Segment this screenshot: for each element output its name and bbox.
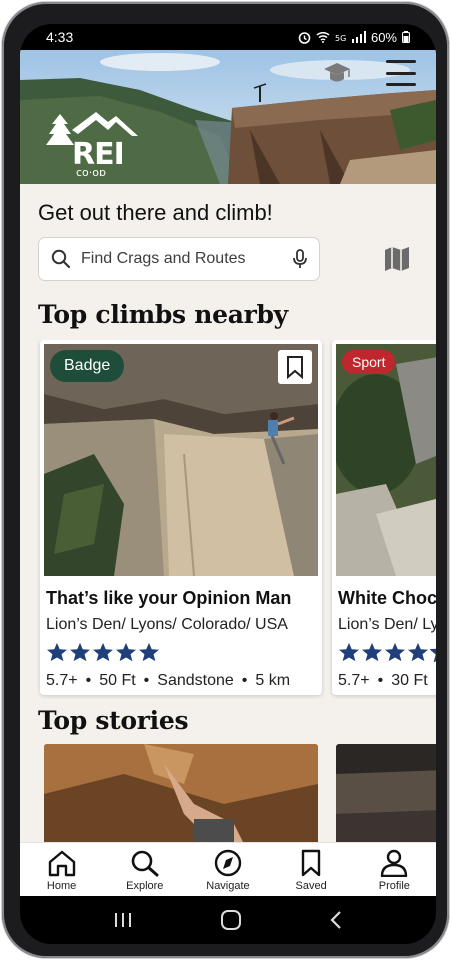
rei-logo: REI co·op [38, 112, 148, 181]
section-title-top-climbs: Top climbs nearby [38, 300, 288, 329]
climb-card[interactable]: Badge That’s like your Opinion Man Lion’… [40, 340, 322, 695]
search-icon [131, 850, 159, 877]
bookmark-icon [287, 356, 303, 379]
separator-dot: • [377, 672, 384, 689]
star-icon [385, 642, 405, 662]
climb-location: Lion’s Den/ Lyons/ Colorado/ USA [46, 616, 288, 633]
card-badge: Badge [50, 350, 125, 382]
home-icon [48, 850, 75, 877]
climb-card[interactable]: Sport White Choc Lion’s Den/ Ly 5.7+ • 3… [332, 340, 436, 695]
recent-apps-icon[interactable] [113, 911, 133, 929]
tab-label: Home [46, 880, 77, 892]
status-icons: 5G 60% [298, 30, 410, 45]
star-icon [116, 642, 136, 662]
climb-distance: 5 km [255, 672, 291, 689]
tab-explore[interactable]: Explore [110, 849, 180, 892]
tab-profile[interactable]: Profile [359, 849, 429, 892]
tab-label: Saved [295, 880, 327, 892]
microphone-icon[interactable] [293, 249, 307, 269]
climb-name[interactable]: That’s like your Opinion Man [46, 588, 291, 609]
star-icon [139, 642, 159, 662]
screen: 4:33 5G 60% REI co·op Get out there and … [20, 24, 436, 944]
climb-details: 5.7+ • 50 Ft • Sandstone • 5 km [46, 672, 290, 690]
graduation-cap-icon[interactable] [322, 58, 352, 93]
profile-icon [381, 849, 408, 877]
story-card[interactable] [336, 744, 436, 844]
app-content: REI co·op Get out there and climb! Top c… [20, 50, 436, 896]
climb-photo [336, 344, 436, 576]
star-icon [339, 642, 359, 662]
tab-label: Navigate [206, 880, 250, 892]
back-icon[interactable] [329, 910, 343, 930]
search-input[interactable] [81, 250, 293, 268]
climb-grade: 5.7+ [338, 672, 370, 689]
bookmark-button[interactable] [278, 350, 312, 384]
compass-icon [214, 849, 242, 877]
status-time: 4:33 [46, 29, 74, 45]
bookmark-icon [301, 849, 321, 877]
climb-rock-type: Sandstone [157, 672, 234, 689]
separator-dot: • [143, 672, 150, 689]
climb-grade: 5.7+ [46, 672, 78, 689]
search-icon [51, 249, 71, 269]
tab-label: Explore [126, 880, 164, 892]
star-icon [362, 642, 382, 662]
star-rating [338, 642, 436, 662]
signal-bars-icon [351, 31, 366, 43]
story-photo [44, 744, 318, 844]
phone-frame: 4:33 5G 60% REI co·op Get out there and … [2, 2, 449, 958]
star-half-icon [430, 648, 436, 662]
alarm-icon [298, 31, 311, 44]
star-rating [46, 642, 160, 662]
home-nav-icon[interactable] [220, 909, 242, 931]
climb-location: Lion’s Den/ Ly [338, 616, 436, 633]
star-icon [70, 642, 90, 662]
card-badge: Sport [342, 350, 396, 374]
tab-saved[interactable]: Saved [276, 849, 346, 892]
separator-dot: • [241, 672, 248, 689]
climb-height: 50 Ft [99, 672, 136, 689]
battery-percent: 60% [370, 29, 397, 45]
separator-dot: • [85, 672, 92, 689]
climb-height: 30 Ft [391, 672, 428, 689]
svg-text:5G: 5G [335, 34, 346, 43]
svg-text:co·op: co·op [76, 166, 106, 176]
search-bar[interactable] [38, 237, 320, 281]
section-title-top-stories: Top stories [38, 706, 189, 735]
wifi-icon [316, 31, 330, 43]
climb-name[interactable]: White Choc [338, 588, 436, 609]
menu-icon[interactable] [386, 60, 416, 86]
battery-icon [402, 31, 410, 43]
signal-5g-icon: 5G [335, 34, 346, 43]
star-icon [408, 642, 428, 662]
star-icon [93, 642, 113, 662]
hero-banner: REI co·op [20, 50, 436, 184]
page-headline: Get out there and climb! [38, 200, 273, 225]
story-photo [336, 744, 436, 844]
status-bar: 4:33 5G 60% [20, 24, 436, 50]
climbs-carousel[interactable]: Badge That’s like your Opinion Man Lion’… [20, 340, 436, 705]
tab-home[interactable]: Home [27, 849, 97, 892]
tab-label: Profile [378, 880, 410, 892]
story-card[interactable] [44, 744, 318, 844]
map-icon[interactable] [384, 246, 410, 277]
stories-carousel[interactable] [20, 744, 436, 844]
star-icon [47, 642, 67, 662]
tab-navigate[interactable]: Navigate [193, 849, 263, 892]
climb-details: 5.7+ • 30 Ft [338, 672, 428, 690]
system-nav-bar [20, 896, 436, 944]
bottom-tab-bar: Home Explore Navigate Saved Profile [20, 842, 436, 896]
